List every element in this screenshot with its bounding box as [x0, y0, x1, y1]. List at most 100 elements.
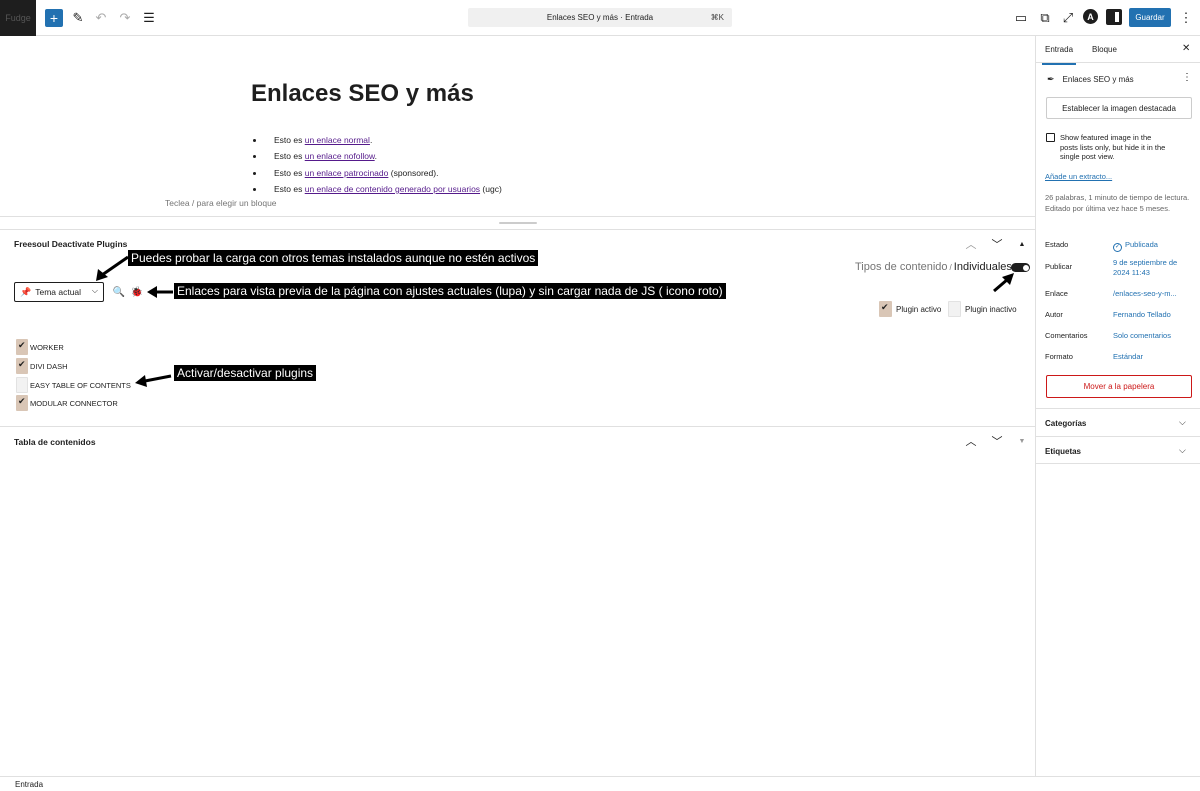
field-label-autor: Autor: [1045, 310, 1063, 319]
field-value-formato[interactable]: Estándar: [1113, 352, 1143, 362]
panel-categorias[interactable]: Categorías ⌵: [1036, 408, 1200, 436]
device-preview-icon[interactable]: ▭: [1012, 9, 1030, 27]
show-featured-checkbox[interactable]: [1046, 133, 1055, 142]
list-item-link[interactable]: un enlace patrocinado: [305, 168, 389, 178]
move-down-icon[interactable]: ﹀: [990, 237, 1004, 251]
list-item-suffix: (sponsored).: [388, 167, 439, 178]
metabox-resize-handle[interactable]: [0, 216, 1035, 230]
editor-root: Fudge + ✎ ↶ ↷ ☰ Enlaces SEO y más · Entr…: [0, 0, 1200, 791]
list-item: Esto es un enlace de contenido generado …: [265, 181, 502, 197]
redo-icon[interactable]: ↷: [116, 9, 134, 27]
field-value-comentarios[interactable]: Solo comentarios: [1113, 331, 1171, 341]
plugin-a-letter: A: [1087, 11, 1094, 22]
plugin-checkbox[interactable]: [16, 339, 28, 355]
post-actions-more-icon[interactable]: ⋮: [1182, 72, 1192, 83]
freesoul-metabox: Freesoul Deactivate Plugins ︿ ﹀ ▲ Tipos …: [0, 231, 1035, 427]
list-item-prefix: Esto es: [274, 167, 305, 178]
broken-js-icon[interactable]: 🐞: [131, 286, 143, 298]
callout-toggle: Activar/desactivar plugins: [174, 365, 317, 381]
move-up-icon[interactable]: ︿: [964, 237, 978, 251]
field-label-comentarios: Comentarios: [1045, 331, 1088, 340]
field-value-enlace[interactable]: /enlaces-seo-y-m...: [1113, 289, 1177, 299]
show-featured-label: Show featured image in the posts lists o…: [1060, 133, 1166, 161]
list-item-link[interactable]: un enlace de contenido generado por usua…: [305, 184, 480, 194]
footer-breadcrumb[interactable]: Entrada: [15, 780, 43, 789]
list-item: Esto es un enlace patrocinado (sponsored…: [265, 165, 502, 181]
plugin-checkbox[interactable]: [16, 358, 28, 374]
list-view-icon[interactable]: ☰: [140, 9, 158, 27]
chevron-down-icon: ⌵: [91, 286, 98, 295]
post-title[interactable]: Enlaces SEO y más: [251, 80, 474, 108]
post-summary-title: Enlaces SEO y más: [1062, 75, 1134, 84]
list-item-link[interactable]: un enlace normal: [305, 135, 370, 145]
content-type-switch: Tipos de contenido / Individuales: [855, 261, 1012, 273]
list-item-link[interactable]: un enlace nofollow: [305, 151, 375, 161]
block-appender-hint[interactable]: Teclea / para elegir un bloque: [165, 198, 277, 208]
callout-themes: Puedes probar la carga con otros temas i…: [128, 250, 539, 266]
plugin-checkbox[interactable]: [16, 395, 28, 411]
toc-title: Tabla de contenidos: [14, 437, 96, 447]
status-value: Publicada: [1125, 240, 1158, 249]
move-to-trash-button[interactable]: Mover a la papelera: [1046, 375, 1192, 398]
move-down-icon[interactable]: ﹀: [990, 434, 1004, 448]
add-block-button[interactable]: +: [45, 9, 63, 27]
chevron-down-icon: ⌵: [1179, 445, 1186, 455]
save-label: Guardar: [1135, 13, 1165, 22]
fullscreen-icon[interactable]: ⤢: [1059, 9, 1077, 27]
post-meta-info: 26 palabras, 1 minuto de tiempo de lectu…: [1045, 193, 1190, 214]
post-summary: ✒ Enlaces SEO y más: [1047, 74, 1134, 85]
plugin-checkbox[interactable]: [16, 377, 28, 393]
settings-sidebar-icon[interactable]: [1106, 9, 1122, 25]
plugin-a-icon[interactable]: A: [1083, 9, 1098, 24]
collapse-toggle-icon[interactable]: ▲: [1015, 237, 1029, 251]
panel-etiquetas-label: Etiquetas: [1045, 447, 1082, 456]
search-preview-icon[interactable]: 🔍: [113, 286, 125, 298]
expand-toggle-icon[interactable]: ▼: [1015, 434, 1029, 448]
legend-inactive-label: Plugin inactivo: [965, 305, 1017, 314]
last-edited-info: Editado por última vez hace 5 meses.: [1045, 203, 1171, 213]
chevron-down-icon: ⌵: [1179, 417, 1186, 427]
save-button[interactable]: Guardar: [1129, 8, 1171, 27]
list-item-suffix: .: [369, 135, 373, 145]
pin-icon: 📌: [20, 286, 32, 297]
list-item-prefix: Esto es: [274, 183, 305, 194]
tab-bloque[interactable]: Bloque: [1092, 45, 1117, 54]
undo-icon[interactable]: ↶: [92, 9, 110, 27]
field-value-estado[interactable]: ✓ Publicada: [1113, 240, 1158, 252]
move-up-icon[interactable]: ︿: [964, 434, 978, 448]
command-title: Enlaces SEO y más · Entrada: [546, 13, 654, 22]
arrow-icon: [147, 286, 173, 298]
add-excerpt-link[interactable]: Añade un extracto...: [1045, 172, 1112, 181]
set-featured-image-button[interactable]: Establecer la imagen destacada: [1046, 97, 1192, 119]
site-icon[interactable]: Fudge: [0, 0, 36, 36]
arrow-icon: [135, 374, 172, 387]
edit-tool-icon[interactable]: ✎: [69, 9, 87, 27]
list-item-prefix: Esto es: [274, 135, 305, 145]
panel-etiquetas[interactable]: Etiquetas ⌵: [1036, 436, 1200, 464]
list-item-suffix: .: [374, 151, 378, 162]
legend-active-label: Plugin activo: [896, 305, 942, 314]
theme-select[interactable]: 📌 Tema actual ⌵: [14, 282, 104, 302]
metabox-title: Freesoul Deactivate Plugins: [14, 239, 128, 249]
sidebar-tabs: Entrada Bloque ✕: [1036, 36, 1200, 65]
field-label-estado: Estado: [1045, 240, 1069, 249]
view-post-icon[interactable]: ⧉: [1036, 9, 1054, 27]
plugin-name: MODULAR CONNECTOR: [30, 399, 118, 408]
field-value-autor[interactable]: Fernando Tellado: [1113, 310, 1171, 320]
command-palette-button[interactable]: Enlaces SEO y más · Entrada ⌘K: [468, 8, 732, 27]
tipos-label[interactable]: Tipos de contenido: [855, 261, 948, 273]
options-more-icon[interactable]: ⋮: [1177, 9, 1195, 27]
plugin-name: EASY TABLE OF CONTENTS: [30, 381, 131, 390]
command-shortcut: ⌘K: [710, 13, 724, 22]
status-footer: Entrada: [0, 776, 1200, 791]
field-label-enlace: Enlace: [1045, 289, 1068, 298]
tab-entrada[interactable]: Entrada: [1041, 45, 1077, 65]
field-value-publicar[interactable]: 9 de septiembre de 2024 11:43: [1113, 258, 1193, 278]
post-list[interactable]: Esto es un enlace normal. Esto es un enl…: [265, 132, 502, 197]
field-label-formato: Formato: [1045, 352, 1073, 361]
list-item: Esto es un enlace normal.: [265, 132, 502, 148]
list-item-suffix: (ugc): [480, 183, 502, 194]
legend-inactive-box: [948, 301, 961, 317]
close-icon[interactable]: ✕: [1182, 43, 1190, 54]
feather-icon: ✒: [1047, 74, 1055, 84]
